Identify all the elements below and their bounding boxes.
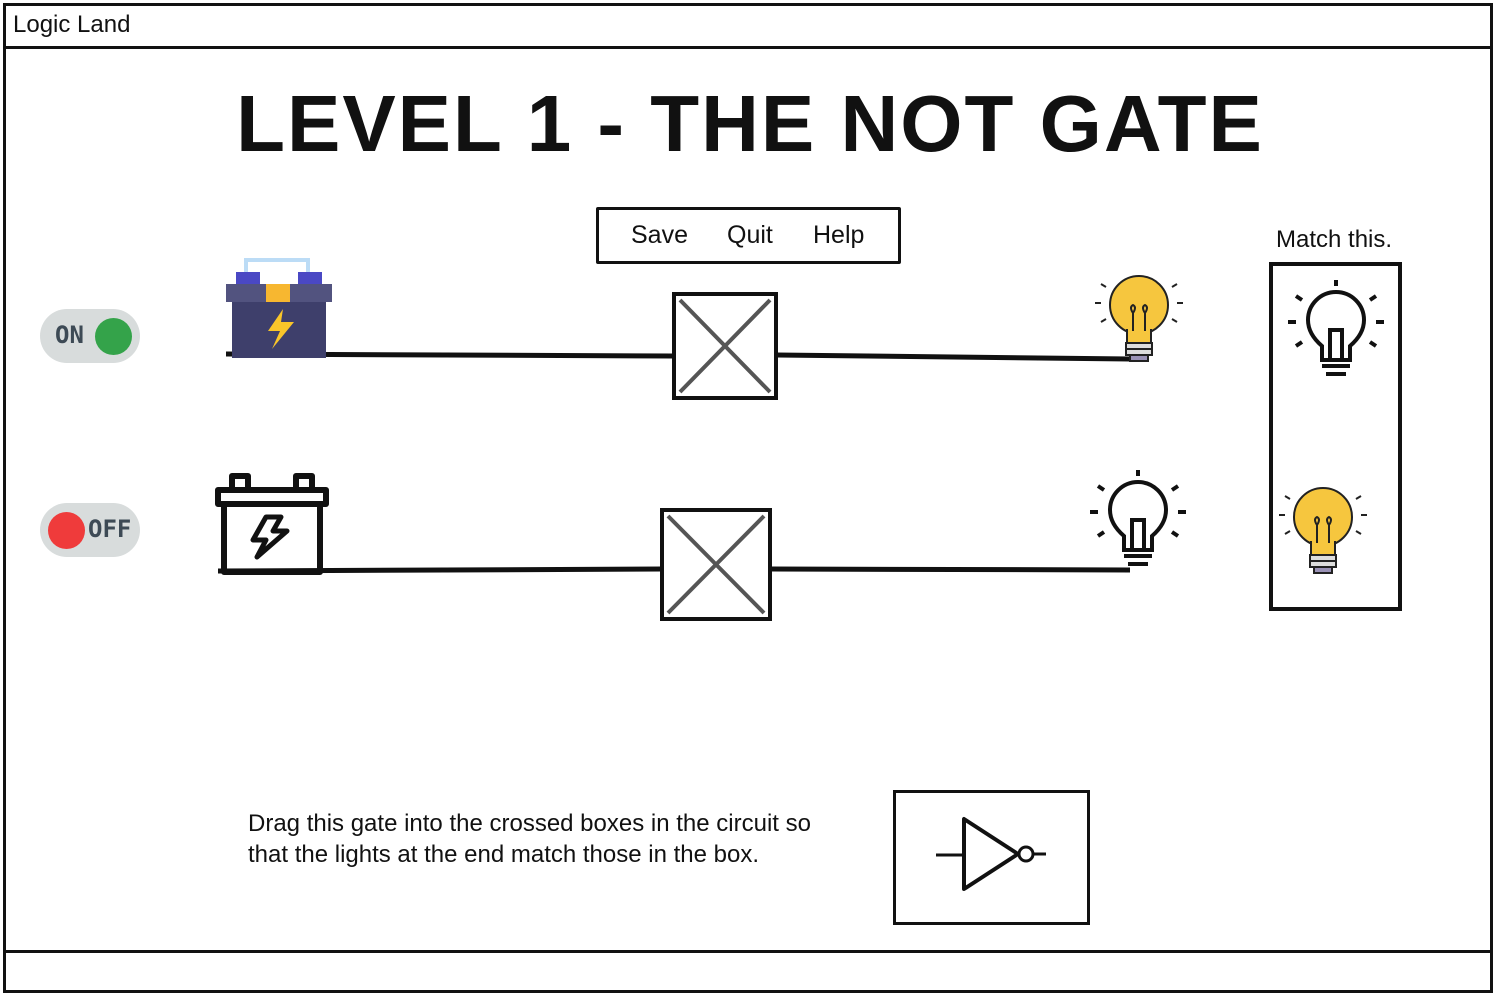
battery-charged-icon <box>226 258 332 358</box>
not-gate-icon[interactable] <box>896 793 1087 922</box>
battery-outline-icon <box>215 473 329 575</box>
target-label: Match this. <box>1276 226 1393 253</box>
wire <box>776 352 1131 362</box>
wire <box>770 566 1131 573</box>
lightbulb-on-icon <box>1095 275 1183 362</box>
target-box <box>1269 262 1402 611</box>
lightbulb-off-icon <box>1090 470 1186 566</box>
gate-slot-1[interactable] <box>672 292 778 400</box>
instruction-text: Drag this gate into the crossed boxes in… <box>248 810 811 868</box>
gate-slot-2[interactable] <box>660 508 772 621</box>
gate-palette <box>893 790 1090 925</box>
